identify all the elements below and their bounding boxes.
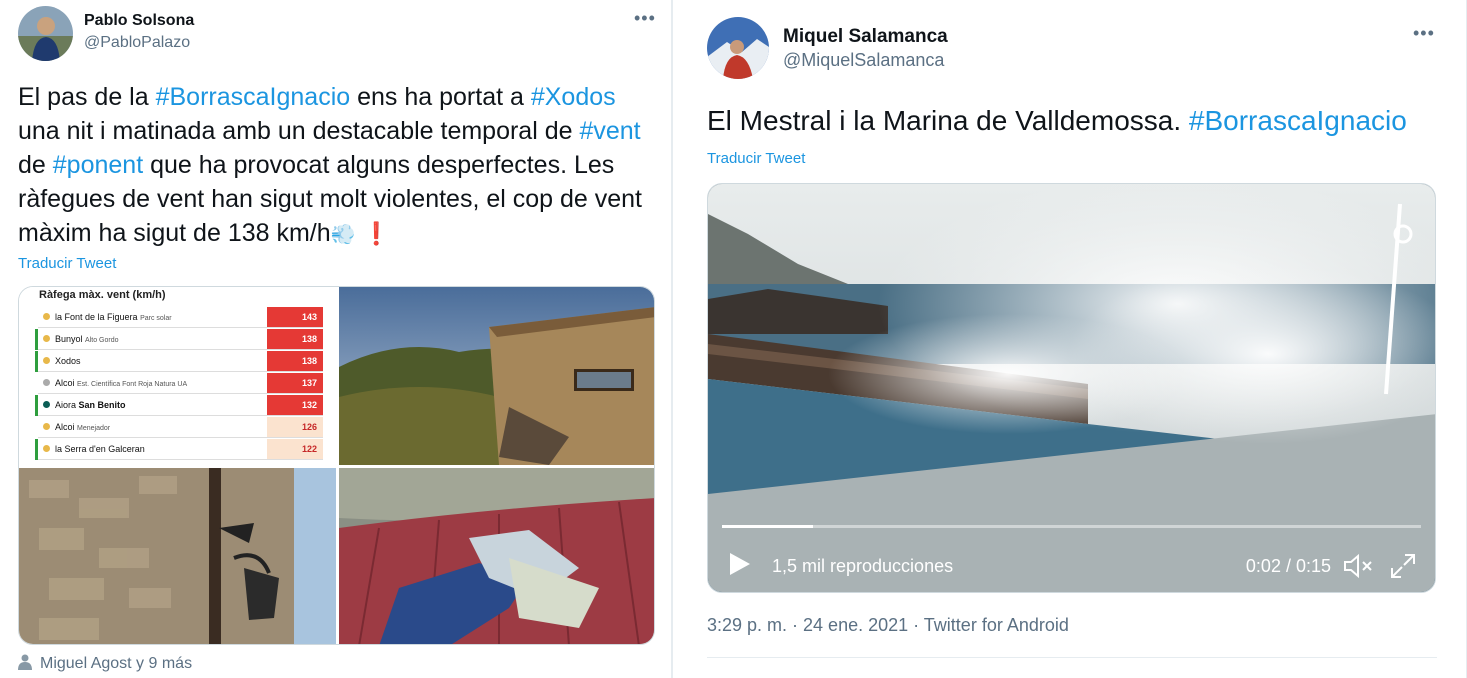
station-dot-icon — [43, 401, 50, 408]
row-marker — [35, 307, 38, 328]
row-marker — [35, 329, 38, 350]
tweet-miquel-salamanca: Miquel Salamanca @MiquelSalamanca ••• El… — [672, 0, 1467, 678]
tweet-text: El Mestral i la Marina de Valldemossa. #… — [707, 103, 1407, 139]
station-place: Alcoi — [55, 422, 78, 432]
photo-damaged-roof[interactable] — [339, 468, 654, 644]
video-progress-bar[interactable] — [722, 525, 1421, 528]
hashtag-link[interactable]: #BorrascaIgnacio — [156, 83, 351, 111]
row-marker — [35, 395, 38, 416]
station-dot-icon — [43, 357, 50, 364]
station-place: Aiora — [55, 400, 79, 410]
mute-icon[interactable] — [1343, 552, 1375, 580]
hashtag-link[interactable]: #vent — [579, 117, 640, 145]
row-marker — [35, 417, 38, 438]
avatar[interactable] — [707, 17, 769, 79]
divider — [707, 657, 1437, 658]
text-segment: una nit i matinada amb un destacable tem… — [18, 117, 580, 145]
wind-table-row: Aiora San Benito 132 — [35, 395, 323, 416]
photo-stone-wall-lamp[interactable] — [19, 468, 336, 644]
station-dot-icon — [43, 423, 50, 430]
station-place: la Font de la Figuera — [55, 312, 141, 322]
row-marker — [35, 439, 38, 460]
video-time: 0:02 / 0:15 — [1245, 556, 1331, 576]
gust-value: 143 — [267, 307, 323, 327]
wind-table-row: Alcoi Menejador 126 — [35, 417, 323, 438]
text-segment: ens ha portat a — [350, 83, 531, 111]
author-name[interactable]: Miquel Salamanca — [783, 26, 948, 48]
view-count: 1,5 mil reproducciones — [772, 556, 954, 576]
station-place: Xodos — [55, 356, 81, 366]
photo-wind-table[interactable]: Ràfega màx. vent (km/h) la Font de la Fi… — [19, 287, 336, 465]
translate-tweet-link[interactable]: Traducir Tweet — [707, 150, 805, 167]
gust-value: 132 — [267, 395, 323, 415]
station-label: Alcoi Est. Científica Font Roja Natura U… — [55, 378, 187, 388]
play-icon[interactable] — [726, 551, 752, 577]
media-grid: Ràfega màx. vent (km/h) la Font de la Fi… — [18, 286, 655, 645]
wind-table-row: Xodos 138 — [35, 351, 323, 372]
station-detail: Alto Gordo — [85, 337, 119, 344]
wind-table-row: Bunyol Alto Gordo 138 — [35, 329, 323, 350]
station-place: Bunyol — [55, 334, 86, 344]
station-detail: Parc solar — [140, 315, 172, 322]
station-label: la Serra d'en Galceran — [55, 444, 145, 454]
tweet-pablo-solsona: Pablo Solsona @PabloPalazo ••• El pas de… — [0, 0, 672, 678]
station-dot-icon — [43, 379, 50, 386]
row-marker — [35, 373, 38, 394]
wind-table-row: Alcoi Est. Científica Font Roja Natura U… — [35, 373, 323, 394]
photo-stone-house[interactable] — [339, 287, 654, 465]
hashtag-link[interactable]: #Xodos — [531, 83, 616, 111]
translate-tweet-link[interactable]: Traducir Tweet — [18, 255, 116, 272]
fullscreen-icon[interactable] — [1389, 552, 1417, 580]
exclamation-emoji: ❗ — [362, 221, 390, 246]
author-handle[interactable]: @PabloPalazo — [84, 34, 190, 52]
station-label: Bunyol Alto Gordo — [55, 334, 119, 344]
station-dot-icon — [43, 313, 50, 320]
video-player[interactable]: 1,5 mil reproducciones 0:02 / 0:15 — [707, 183, 1436, 593]
wind-table-row: la Font de la Figuera Parc solar 143 — [35, 307, 323, 328]
wind-table-row: la Serra d'en Galceran 122 — [35, 439, 323, 460]
liked-by-text: Miguel Agost y 9 más — [40, 655, 193, 672]
station-place: Alcoi — [55, 378, 78, 388]
wind-table-title: Ràfega màx. vent (km/h) — [39, 289, 166, 301]
station-label: Aiora San Benito — [55, 400, 126, 410]
row-marker — [35, 351, 38, 372]
gust-value: 138 — [267, 351, 323, 371]
liked-by-footer[interactable]: Miguel Agost y 9 más — [18, 652, 192, 673]
author-handle[interactable]: @MiquelSalamanca — [783, 50, 944, 71]
wind-emoji: 💨 — [330, 224, 356, 246]
tweet-timestamp-source[interactable]: 3:29 p. m. · 24 ene. 2021 · Twitter for … — [707, 615, 1069, 636]
gust-value: 137 — [267, 373, 323, 393]
station-label: Xodos — [55, 356, 81, 366]
hashtag-link[interactable]: #ponent — [53, 151, 143, 179]
station-detail: Menejador — [77, 425, 111, 432]
tweet-text: El pas de la #BorrascaIgnacio ens ha por… — [18, 80, 658, 252]
video-progress-fill — [722, 525, 813, 528]
station-detail: San Benito — [78, 400, 126, 410]
author-name[interactable]: Pablo Solsona — [84, 12, 194, 30]
video-frame — [708, 184, 1435, 592]
hashtag-link[interactable]: #BorrascaIgnacio — [1189, 105, 1407, 136]
station-dot-icon — [43, 445, 50, 452]
person-icon — [18, 654, 32, 670]
gust-value: 122 — [267, 439, 323, 459]
station-label: Alcoi Menejador — [55, 422, 110, 432]
more-options-button[interactable]: ••• — [634, 8, 656, 29]
text-segment: El pas de la — [18, 83, 156, 111]
more-options-button[interactable]: ••• — [1413, 23, 1435, 44]
text-segment: El Mestral i la Marina de Valldemossa. — [707, 105, 1189, 136]
station-label: la Font de la Figuera Parc solar — [55, 312, 172, 322]
avatar[interactable] — [18, 6, 73, 61]
station-detail: Est. Científica Font Roja Natura UA — [77, 381, 188, 388]
text-segment: de — [18, 151, 53, 179]
station-place: la Serra d'en Galceran — [55, 444, 145, 454]
gust-value: 138 — [267, 329, 323, 349]
gust-value: 126 — [267, 417, 323, 437]
station-dot-icon — [43, 335, 50, 342]
